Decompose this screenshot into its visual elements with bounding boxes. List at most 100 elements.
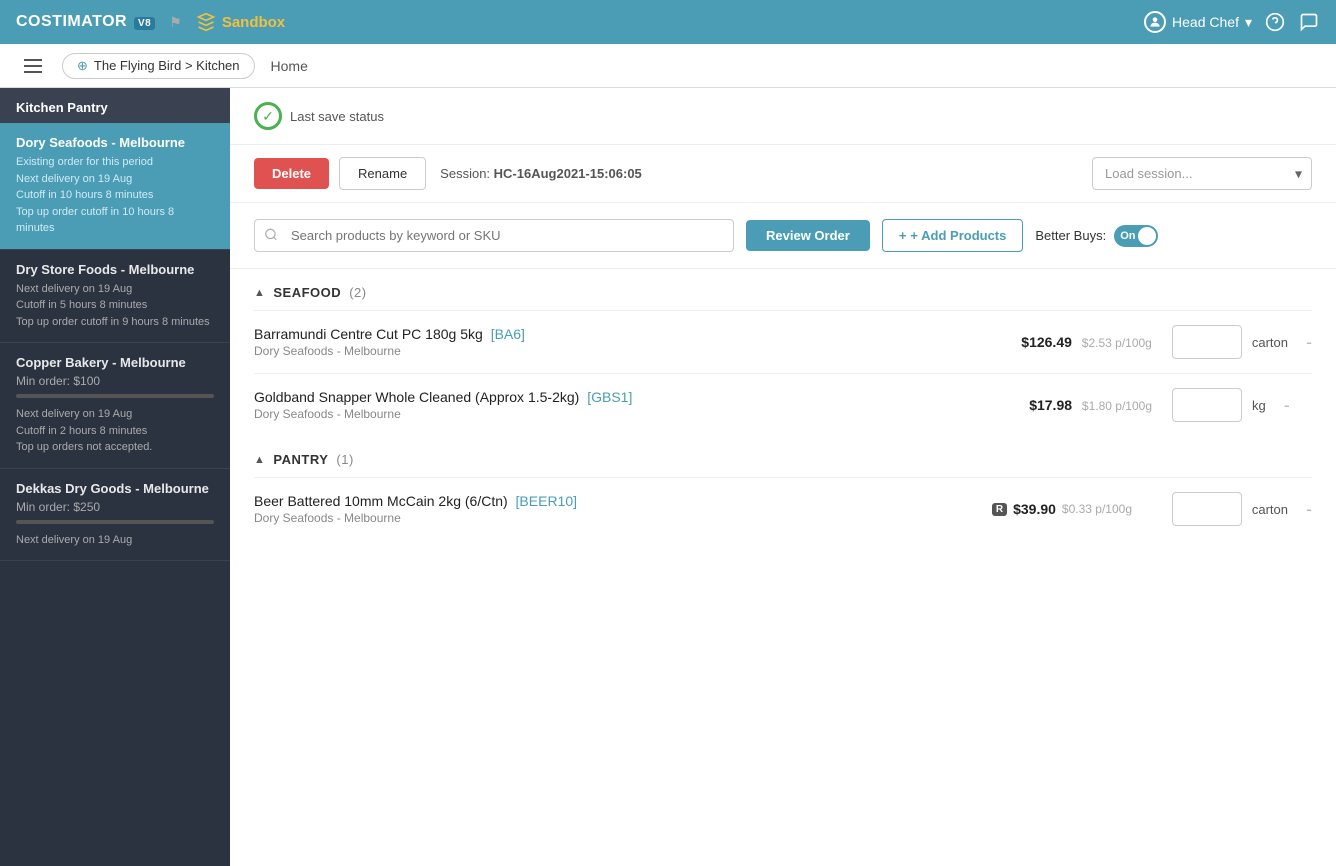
top-up-cutoff: Top up order cutoff in 10 hours 8 minute… <box>16 204 214 237</box>
product-sku: [GBS1] <box>587 389 632 405</box>
product-price: $17.98 <box>1029 397 1072 413</box>
product-price-per: $1.80 p/100g <box>1082 399 1152 413</box>
search-box <box>254 219 734 252</box>
collapse-arrow-pantry[interactable]: ▲ <box>254 454 265 466</box>
session-prefix: Session: HC-16Aug2021-15:06:05 <box>440 166 642 181</box>
existing-order-label: Existing order for this period <box>16 154 214 171</box>
next-delivery: Next delivery on 19 Aug <box>16 532 214 549</box>
qty-input-beer-battered[interactable] <box>1172 492 1242 526</box>
toggle-on-label: On <box>1120 230 1135 242</box>
product-price-per: $2.53 p/100g <box>1082 336 1152 350</box>
category-pantry: ▲ PANTRY (1) <box>254 436 1312 477</box>
product-row-barramundi: Barramundi Centre Cut PC 180g 5kg [BA6] … <box>254 310 1312 373</box>
cutoff: Cutoff in 10 hours 8 minutes <box>16 187 214 204</box>
min-order: Min order: $100 <box>16 374 214 388</box>
qty-input-snapper[interactable] <box>1172 388 1242 422</box>
delete-button[interactable]: Delete <box>254 158 329 189</box>
rename-button[interactable]: Rename <box>339 157 426 190</box>
progress-bar-container <box>16 520 214 524</box>
product-price-block: $126.49 $2.53 p/100g <box>992 334 1152 350</box>
load-session-wrapper[interactable]: Load session... <box>1092 157 1312 190</box>
product-price: $39.90 <box>1013 501 1056 517</box>
product-supplier: Dory Seafoods - Melbourne <box>254 511 992 525</box>
sub-nav: ⊕ The Flying Bird > Kitchen Home <box>0 44 1336 88</box>
next-delivery: Next delivery on 19 Aug <box>16 406 214 423</box>
sandbox-icon <box>196 12 216 32</box>
messages-icon[interactable] <box>1298 11 1320 33</box>
product-toolbar: Review Order + + Add Products Better Buy… <box>230 203 1336 269</box>
pantry-count: (1) <box>336 452 353 467</box>
user-menu[interactable]: Head Chef ▾ <box>1144 11 1252 33</box>
plus-icon: + <box>899 228 907 243</box>
session-header: ✓ Last save status <box>230 88 1336 145</box>
restricted-badge: R <box>992 503 1007 516</box>
user-avatar <box>1144 11 1166 33</box>
brand-logo: COSTIMATOR V8 <box>16 13 155 31</box>
main-content: ✓ Last save status Delete Rename Session… <box>230 88 1336 866</box>
sandbox-label: Sandbox <box>196 12 285 32</box>
product-supplier: Dory Seafoods - Melbourne <box>254 344 992 358</box>
product-row-snapper: Goldband Snapper Whole Cleaned (Approx 1… <box>254 373 1312 436</box>
product-supplier: Dory Seafoods - Melbourne <box>254 407 992 421</box>
product-price-block: R $39.90 $0.33 p/100g <box>992 501 1152 517</box>
product-list: ▲ SEAFOOD (2) Barramundi Centre Cut PC 1… <box>230 269 1336 540</box>
review-order-button[interactable]: Review Order <box>746 220 870 251</box>
product-info-barramundi: Barramundi Centre Cut PC 180g 5kg [BA6] … <box>254 326 992 358</box>
sidebar-item-copper-bakery[interactable]: Copper Bakery - Melbourne Min order: $10… <box>0 343 230 469</box>
product-name: Barramundi Centre Cut PC 180g 5kg [BA6] <box>254 326 992 342</box>
progress-bar-container <box>16 394 214 398</box>
location-icon: ⊕ <box>77 58 88 74</box>
seafood-count: (2) <box>349 285 366 300</box>
better-buys-control: Better Buys: On <box>1035 225 1158 247</box>
sidebar: Kitchen Pantry Dory Seafoods - Melbourne… <box>0 88 230 866</box>
supplier-name: Dory Seafoods - Melbourne <box>16 135 214 150</box>
load-session-select[interactable]: Load session... <box>1092 157 1312 190</box>
search-input[interactable] <box>254 219 734 252</box>
min-order: Min order: $250 <box>16 500 214 514</box>
sidebar-item-dory[interactable]: Dory Seafoods - Melbourne Existing order… <box>0 123 230 250</box>
help-icon[interactable] <box>1264 11 1286 33</box>
product-sku: [BA6] <box>491 326 525 342</box>
sidebar-item-dekkas[interactable]: Dekkas Dry Goods - Melbourne Min order: … <box>0 469 230 562</box>
next-delivery: Next delivery on 19 Aug <box>16 171 214 188</box>
add-products-button[interactable]: + + Add Products <box>882 219 1024 252</box>
version-badge: V8 <box>134 17 155 30</box>
save-status: ✓ Last save status <box>254 102 384 130</box>
category-seafood: ▲ SEAFOOD (2) <box>254 269 1312 310</box>
product-info-beer-battered: Beer Battered 10mm McCain 2kg (6/Ctn) [B… <box>254 493 992 525</box>
top-up: Top up orders not accepted. <box>16 439 214 456</box>
product-price-per: $0.33 p/100g <box>1062 502 1132 516</box>
better-buys-toggle[interactable]: On <box>1114 225 1158 247</box>
unit-label: carton <box>1252 335 1288 350</box>
cutoff: Cutoff in 2 hours 8 minutes <box>16 423 214 440</box>
product-qty-block: carton - <box>1172 325 1312 359</box>
toggle-knob <box>1138 227 1156 245</box>
sidebar-item-dry-store[interactable]: Dry Store Foods - Melbourne Next deliver… <box>0 250 230 344</box>
category-name-seafood: SEAFOOD <box>273 285 341 300</box>
product-qty-block: kg - <box>1172 388 1312 422</box>
product-name: Goldband Snapper Whole Cleaned (Approx 1… <box>254 389 992 405</box>
supplier-name: Dekkas Dry Goods - Melbourne <box>16 481 214 496</box>
save-check-icon: ✓ <box>254 102 282 130</box>
qty-dash: - <box>1284 395 1290 416</box>
qty-dash: - <box>1306 332 1312 353</box>
hamburger-menu[interactable] <box>16 51 50 81</box>
main-layout: Kitchen Pantry Dory Seafoods - Melbourne… <box>0 88 1336 866</box>
qty-input-barramundi[interactable] <box>1172 325 1242 359</box>
category-name-pantry: PANTRY <box>273 452 328 467</box>
top-up-cutoff: Top up order cutoff in 9 hours 8 minutes <box>16 314 214 331</box>
top-nav: COSTIMATOR V8 ⚑ Sandbox Head Chef ▾ <box>0 0 1336 44</box>
collapse-arrow-seafood[interactable]: ▲ <box>254 287 265 299</box>
session-id: HC-16Aug2021-15:06:05 <box>494 166 642 181</box>
unit-label: carton <box>1252 502 1288 517</box>
search-icon <box>264 227 278 244</box>
brand-area: COSTIMATOR V8 ⚑ Sandbox <box>16 12 285 32</box>
sidebar-section-title: Kitchen Pantry <box>0 88 230 123</box>
cutoff: Cutoff in 5 hours 8 minutes <box>16 297 214 314</box>
breadcrumb[interactable]: ⊕ The Flying Bird > Kitchen <box>62 53 255 79</box>
save-label: Last save status <box>290 109 384 124</box>
home-link[interactable]: Home <box>271 58 308 74</box>
product-row-beer-battered: Beer Battered 10mm McCain 2kg (6/Ctn) [B… <box>254 477 1312 540</box>
product-info-snapper: Goldband Snapper Whole Cleaned (Approx 1… <box>254 389 992 421</box>
product-price: $126.49 <box>1021 334 1072 350</box>
